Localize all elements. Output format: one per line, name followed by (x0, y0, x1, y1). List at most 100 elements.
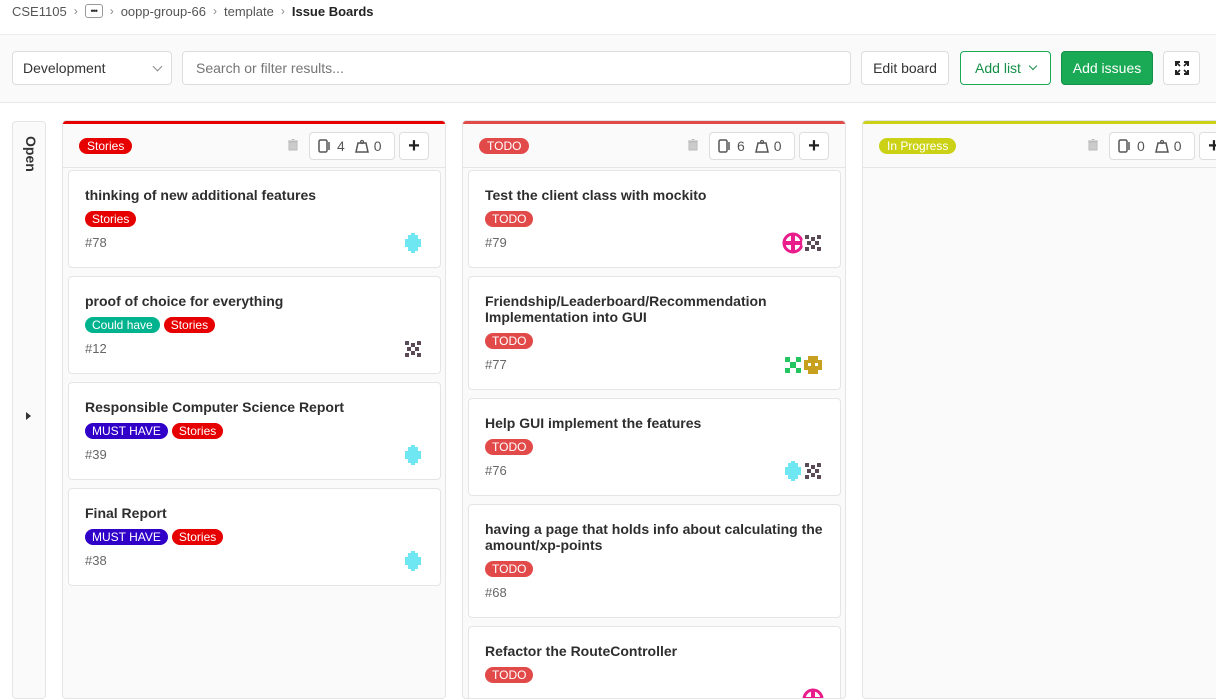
chevron-right-icon: › (73, 4, 78, 18)
breadcrumb-more-button[interactable]: ••• (84, 4, 103, 18)
board-list-in-progress: In Progress 0 0 + (862, 120, 1216, 699)
issue-number: #78 (85, 235, 107, 250)
avatar[interactable] (402, 232, 424, 254)
issue-card[interactable]: having a page that holds info about calc… (468, 504, 841, 618)
issue-number: #39 (85, 447, 107, 462)
expand-caret-icon[interactable] (26, 412, 31, 420)
avatar[interactable] (782, 460, 804, 482)
chevron-down-icon (152, 61, 163, 72)
trash-icon[interactable] (288, 139, 298, 151)
issue-label[interactable]: TODO (485, 667, 534, 683)
breadcrumb-project[interactable]: oopp-group-66 (121, 4, 206, 19)
list-counts: 6 0 (709, 132, 795, 160)
weight-count: 0 (1173, 138, 1182, 154)
issue-card[interactable]: Friendship/Leaderboard/Recommendation Im… (468, 276, 841, 390)
assignee-avatars (402, 444, 424, 466)
board-list-todo: TODO 6 0 + Test the client class with mo… (462, 120, 846, 699)
issue-label[interactable]: TODO (485, 333, 534, 349)
trash-icon[interactable] (1088, 139, 1098, 151)
issue-card[interactable]: proof of choice for everything Could hav… (68, 276, 441, 374)
breadcrumb-group[interactable]: CSE1105 (12, 4, 67, 19)
avatar[interactable] (802, 460, 824, 482)
assignee-avatars (782, 232, 824, 254)
list-label[interactable]: TODO (479, 138, 530, 154)
list-label[interactable]: Stories (79, 138, 133, 154)
issue-card[interactable]: Responsible Computer Science Report MUST… (68, 382, 441, 480)
avatar[interactable] (782, 232, 804, 254)
issue-title[interactable]: Friendship/Leaderboard/Recommendation Im… (485, 293, 830, 325)
issues-icon (318, 139, 330, 153)
open-list-label: Open (23, 136, 39, 172)
issue-card[interactable]: thinking of new additional features Stor… (68, 170, 441, 268)
issue-board: Open Stories 4 0 + thinking of new addit… (0, 104, 1216, 699)
issue-card[interactable]: Help GUI implement the features TODO #76 (468, 398, 841, 496)
issue-label[interactable]: Stories (171, 529, 224, 545)
issue-label[interactable]: MUST HAVE (85, 423, 168, 439)
issue-label[interactable]: TODO (485, 561, 534, 577)
breadcrumb-sub[interactable]: template (224, 4, 274, 19)
chevron-down-icon (1028, 61, 1038, 71)
issue-title[interactable]: Help GUI implement the features (485, 415, 830, 431)
list-counts: 0 0 (1109, 132, 1195, 160)
issue-title[interactable]: Refactor the RouteController (485, 643, 830, 659)
avatar[interactable] (782, 354, 804, 376)
issue-label[interactable]: Stories (163, 317, 216, 333)
assignee-avatars (402, 232, 424, 254)
breadcrumb-current[interactable]: Issue Boards (292, 4, 374, 19)
issue-label[interactable]: TODO (485, 439, 534, 455)
new-issue-button[interactable]: + (399, 132, 429, 160)
assignee-avatars (782, 354, 824, 376)
list-header: In Progress 0 0 + (863, 124, 1216, 168)
new-issue-button[interactable]: + (799, 132, 829, 160)
avatar[interactable] (802, 354, 824, 376)
avatar[interactable] (402, 338, 424, 360)
issue-card[interactable]: Final Report MUST HAVE Stories #38 (68, 488, 441, 586)
new-issue-button[interactable]: + (1199, 132, 1216, 160)
issue-count: 0 (1137, 138, 1145, 154)
add-issues-button[interactable]: Add issues (1061, 51, 1153, 85)
trash-icon[interactable] (688, 139, 698, 151)
avatar[interactable] (802, 232, 824, 254)
issue-labels: MUST HAVE Stories (85, 529, 224, 545)
fullscreen-icon (1174, 61, 1189, 75)
board-selector-value: Development (23, 60, 106, 76)
board-selector[interactable]: Development (12, 51, 172, 85)
weight-icon (1154, 139, 1169, 153)
avatar[interactable] (802, 688, 824, 699)
issue-label[interactable]: Stories (171, 423, 224, 439)
assignee-avatars (402, 338, 424, 360)
issue-label[interactable]: MUST HAVE (85, 529, 168, 545)
issue-title[interactable]: thinking of new additional features (85, 187, 430, 203)
edit-board-button[interactable]: Edit board (861, 51, 949, 85)
avatar[interactable] (402, 550, 424, 572)
issue-title[interactable]: Test the client class with mockito (485, 187, 830, 203)
breadcrumb: CSE1105 › ••• › oopp-group-66 › template… (12, 2, 374, 20)
weight-count: 0 (773, 138, 782, 154)
open-list-collapsed[interactable]: Open (12, 121, 46, 699)
add-list-button[interactable]: Add list (960, 51, 1051, 85)
issue-card[interactable]: Refactor the RouteController TODO (468, 626, 841, 699)
list-label[interactable]: In Progress (879, 138, 957, 154)
issue-label[interactable]: TODO (485, 211, 534, 227)
issue-title[interactable]: having a page that holds info about calc… (485, 521, 830, 553)
issue-labels: TODO (485, 667, 534, 683)
issue-title[interactable]: proof of choice for everything (85, 293, 430, 309)
issue-labels: MUST HAVE Stories (85, 423, 224, 439)
board-list-stories: Stories 4 0 + thinking of new additional… (62, 120, 446, 699)
issue-number: #79 (485, 235, 507, 250)
issue-labels: TODO (485, 333, 534, 349)
chevron-right-icon: › (280, 4, 285, 18)
fullscreen-button[interactable] (1163, 51, 1200, 85)
weight-icon (754, 139, 769, 153)
issue-title[interactable]: Final Report (85, 505, 430, 521)
issue-label[interactable]: Stories (85, 211, 137, 227)
issues-icon (1118, 139, 1130, 153)
avatar[interactable] (402, 444, 424, 466)
search-input[interactable] (182, 51, 851, 85)
issue-title[interactable]: Responsible Computer Science Report (85, 399, 430, 415)
list-header: Stories 4 0 + (63, 124, 445, 168)
issue-label[interactable]: Could have (85, 317, 160, 333)
issue-card[interactable]: Test the client class with mockito TODO … (468, 170, 841, 268)
weight-icon (354, 139, 369, 153)
assignee-avatars (802, 688, 824, 699)
